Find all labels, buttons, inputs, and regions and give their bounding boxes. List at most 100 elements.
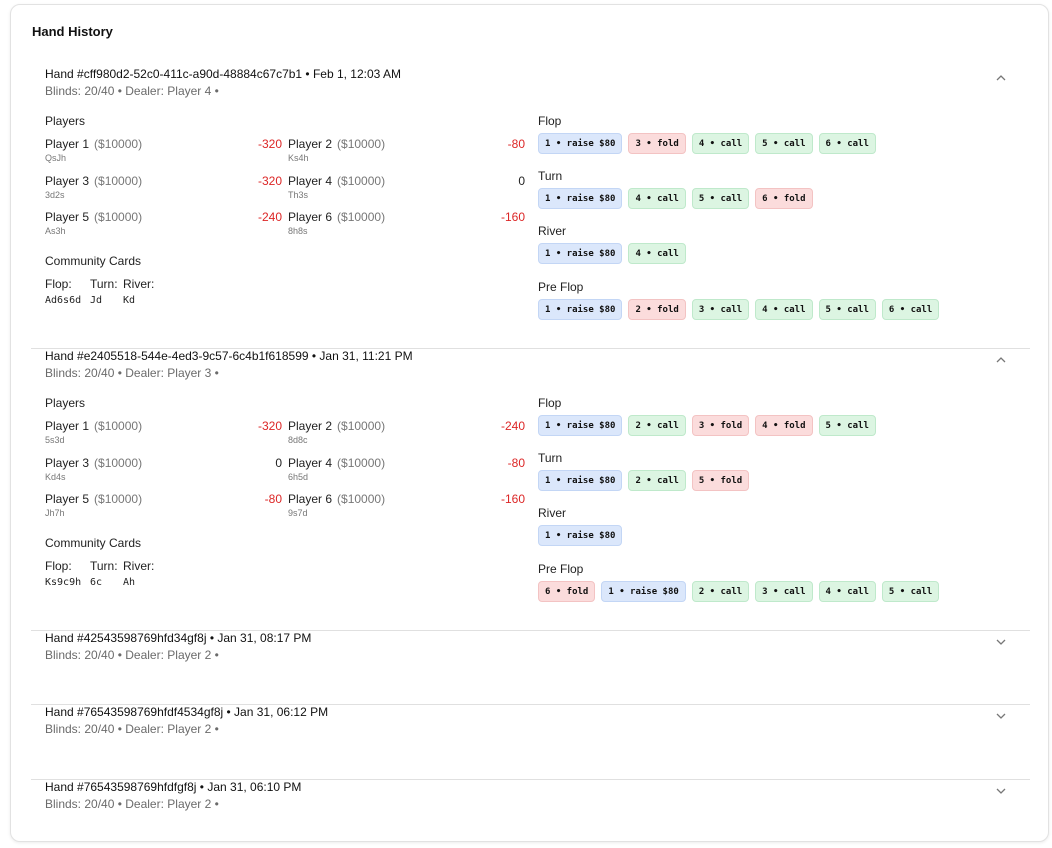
player-entry: Player 3 ($10000) 3d2s -320: [45, 174, 282, 208]
action-chip-call: 4 • call: [628, 243, 686, 264]
action-chip-fold: 6 • fold: [538, 581, 596, 602]
action-chip-fold: 4 • fold: [755, 415, 813, 436]
action-chip-fold: 3 • fold: [628, 133, 686, 154]
street-label: Turn: [538, 169, 563, 183]
flop-cards: Ks9c9h: [45, 577, 82, 588]
action-chip-raise: 1 • raise $80: [538, 470, 623, 491]
hand-title: Hand #76543598769hfdfgf8j • Jan 31, 06:1…: [45, 780, 302, 794]
chevron-up-icon[interactable]: [993, 352, 1009, 368]
chevron-down-icon[interactable]: [993, 783, 1009, 799]
street-label: Flop: [538, 114, 562, 128]
hand-item: Hand #e2405518-544e-4ed3-9c57-6c4b1f6185…: [31, 349, 1030, 631]
action-chip-raise: 1 • raise $80: [538, 243, 623, 264]
hand-header[interactable]: Hand #76543598769hfdf4534gf8j • Jan 31, …: [45, 705, 1015, 745]
player-hole-cards: Th3s: [288, 190, 309, 200]
action-chip-raise: 1 • raise $80: [538, 525, 623, 546]
street-label: Flop: [538, 396, 562, 410]
action-chip-call: 5 • call: [881, 581, 940, 602]
player-hole-cards: 6h5d: [288, 472, 309, 482]
action-chip-call: 6 • call: [881, 299, 940, 320]
hand-header[interactable]: Hand #e2405518-544e-4ed3-9c57-6c4b1f6185…: [45, 349, 1015, 389]
action-chip-call: 5 • call: [818, 299, 876, 320]
hand-subtitle: Blinds: 20/40 • Dealer: Player 2 •: [45, 797, 219, 811]
player-stack: ($10000): [94, 456, 143, 470]
player-name: Player 3 ($10000): [45, 174, 143, 188]
hand-header[interactable]: Hand #42543598769hfd34gf8j • Jan 31, 08:…: [45, 631, 1015, 671]
action-chip-fold: 6 • fold: [755, 188, 813, 209]
player-entry: Player 4 ($10000) 6h5d -80: [288, 456, 525, 490]
player-name: Player 3 ($10000): [45, 456, 143, 470]
player-hole-cards: Ks4h: [288, 153, 309, 163]
community-cards-label: Community Cards: [45, 254, 142, 268]
river-label: River:: [123, 277, 155, 291]
hand-subtitle: Blinds: 20/40 • Dealer: Player 4 •: [45, 84, 219, 98]
player-stack: ($10000): [337, 492, 386, 506]
player-entry: Player 5 ($10000) As3h -240: [45, 210, 282, 244]
player-net-result: 0: [275, 456, 282, 470]
hand-title: Hand #76543598769hfdf4534gf8j • Jan 31, …: [45, 705, 329, 719]
hand-item: Hand #cff980d2-52c0-411c-a90d-48884c67c7…: [31, 67, 1030, 349]
hand-title: Hand #cff980d2-52c0-411c-a90d-48884c67c7…: [45, 67, 402, 81]
street-label: Pre Flop: [538, 280, 584, 294]
player-entry: Player 4 ($10000) Th3s 0: [288, 174, 525, 208]
hand-header[interactable]: Hand #76543598769hfdfgf8j • Jan 31, 06:1…: [45, 780, 1015, 820]
player-hole-cards: 9s7d: [288, 508, 308, 518]
hand-item: Hand #76543598769hfdfgf8j • Jan 31, 06:1…: [31, 780, 1030, 842]
player-stack: ($10000): [94, 137, 143, 151]
action-chip-raise: 1 • raise $80: [538, 188, 623, 209]
player-hole-cards: QsJh: [45, 153, 67, 163]
chevron-down-icon[interactable]: [993, 708, 1009, 724]
player-name: Player 4 ($10000): [288, 174, 386, 188]
action-chip-call: 4 • call: [755, 299, 813, 320]
player-name: Player 6 ($10000): [288, 492, 386, 506]
action-chip-fold: 2 • fold: [628, 299, 686, 320]
hand-header[interactable]: Hand #cff980d2-52c0-411c-a90d-48884c67c7…: [45, 67, 1015, 107]
community-card-values: Ks9c9h 6c Ah: [45, 577, 205, 591]
chevron-up-icon[interactable]: [993, 70, 1009, 86]
player-net-result: -80: [507, 137, 525, 151]
player-entry: Player 6 ($10000) 9s7d -160: [288, 492, 525, 526]
player-entry: Player 6 ($10000) 8h8s -160: [288, 210, 525, 244]
player-name: Player 5 ($10000): [45, 492, 143, 506]
hand-title: Hand #e2405518-544e-4ed3-9c57-6c4b1f6185…: [45, 349, 413, 363]
player-entry: Player 2 ($10000) 8d8c -240: [288, 419, 525, 453]
community-card-values: Ad6s6d Jd Kd: [45, 295, 205, 309]
player-name: Player 2 ($10000): [288, 137, 386, 151]
player-net-result: -160: [500, 492, 525, 506]
players-label: Players: [45, 396, 86, 410]
player-entry: Player 3 ($10000) Kd4s 0: [45, 456, 282, 490]
street-actions: 1 • raise $80 4 • call 5 • call 6 • fold: [538, 188, 813, 209]
player-net-result: -80: [507, 456, 525, 470]
player-stack: ($10000): [337, 419, 386, 433]
turn-label: Turn:: [90, 559, 118, 573]
street-actions: 6 • fold 1 • raise $80 2 • call 3 • call 4 •…: [538, 581, 940, 602]
community-cards-label: Community Cards: [45, 536, 142, 550]
flop-label: Flop:: [45, 559, 72, 573]
player-hole-cards: 8h8s: [288, 226, 308, 236]
player-stack: ($10000): [337, 174, 386, 188]
player-name: Player 4 ($10000): [288, 456, 386, 470]
player-hole-cards: Jh7h: [45, 508, 65, 518]
player-net-result: 0: [518, 174, 525, 188]
hand-item: Hand #76543598769hfdf4534gf8j • Jan 31, …: [31, 705, 1030, 780]
street-label: Turn: [538, 451, 563, 465]
street-label: River: [538, 506, 567, 520]
street-actions: 1 • raise $80 3 • fold 4 • call 5 • call 6 •…: [538, 133, 876, 154]
action-chip-call: 3 • call: [691, 299, 750, 320]
turn-card: Jd: [90, 295, 103, 306]
action-chip-call: 6 • call: [818, 133, 876, 154]
community-card-labels: Flop: Turn: River:: [45, 277, 205, 291]
player-name: Player 6 ($10000): [288, 210, 386, 224]
chevron-down-icon[interactable]: [993, 634, 1009, 650]
hand-title: Hand #42543598769hfd34gf8j • Jan 31, 08:…: [45, 631, 312, 645]
action-chip-raise: 1 • raise $80: [538, 415, 623, 436]
action-chip-call: 4 • call: [818, 581, 876, 602]
player-net-result: -320: [257, 419, 282, 433]
player-stack: ($10000): [94, 492, 143, 506]
action-chip-call: 2 • call: [628, 470, 686, 491]
street-label: Pre Flop: [538, 562, 584, 576]
player-name: Player 1 ($10000): [45, 137, 143, 151]
action-chip-raise: 1 • raise $80: [601, 581, 686, 602]
street-actions: 1 • raise $80 4 • call: [538, 243, 686, 264]
action-chip-call: 5 • call: [818, 415, 876, 436]
